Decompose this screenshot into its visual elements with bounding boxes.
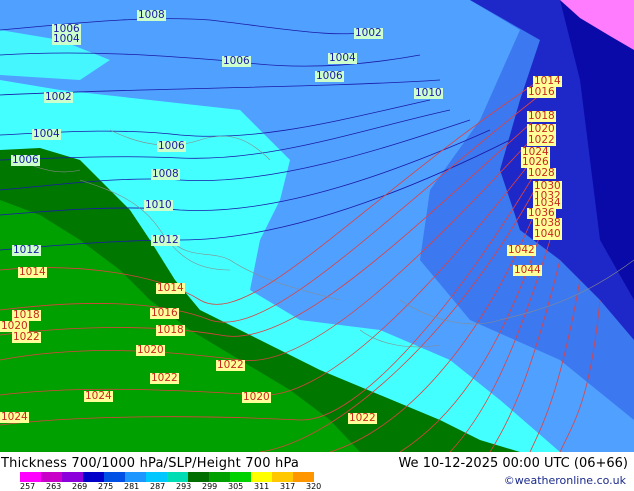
isobar-label: 1022 [348, 412, 377, 424]
legend-swatch [209, 472, 230, 482]
legend-swatch [62, 472, 83, 482]
legend-swatch [251, 472, 272, 482]
isobar-label: 1022 [216, 359, 245, 371]
map-title: Thickness 700/1000 hPa/SLP/Height 700 hP… [1, 456, 300, 471]
isobar-label: 1022 [12, 331, 41, 343]
isobar-label: 1016 [527, 86, 556, 98]
isobar-label: 1042 [507, 244, 536, 256]
isobar-label: 1012 [12, 244, 41, 256]
isobar-label: 1022 [527, 134, 556, 146]
isobar-label: 1008 [137, 9, 166, 21]
legend-swatch [83, 472, 104, 482]
isobar-label: 1020 [136, 344, 165, 356]
isobar-label: 1002 [44, 91, 73, 103]
isobar-label: 1044 [513, 264, 542, 276]
isobar-label: 1010 [144, 199, 173, 211]
legend-swatch [125, 472, 146, 482]
legend-swatch [293, 472, 314, 482]
legend-swatch [188, 472, 209, 482]
isobar-label: 1024 [0, 411, 29, 423]
isobar-label: 1004 [328, 52, 357, 64]
isobar-label: 1024 [84, 390, 113, 402]
isobar-label: 1006 [222, 55, 251, 67]
legend-swatch [272, 472, 293, 482]
forecast-datetime: We 10-12-2025 00:00 UTC (06+66) [398, 456, 628, 471]
isobar-label: 1018 [156, 324, 185, 336]
legend-swatch [230, 472, 251, 482]
legend-swatch [167, 472, 188, 482]
credit-link[interactable]: ©weatheronline.co.uk [504, 474, 626, 487]
legend-swatch [20, 472, 41, 482]
legend-swatch [146, 472, 167, 482]
isobar-label: 1004 [52, 33, 81, 45]
isobar-label: 1028 [527, 167, 556, 179]
isobar-label: 1006 [11, 154, 40, 166]
isobar-label: 1012 [151, 234, 180, 246]
isobar-label: 1004 [32, 128, 61, 140]
isobar-label: 1022 [150, 372, 179, 384]
isobar-label: 1018 [527, 110, 556, 122]
isobar-label: 1010 [414, 87, 443, 99]
isobar-label: 1014 [156, 282, 185, 294]
isobar-label: 1016 [150, 307, 179, 319]
legend-swatch [104, 472, 125, 482]
isobar-label: 1006 [157, 140, 186, 152]
isobar-label: 1008 [151, 168, 180, 180]
isobar-label: 1020 [242, 391, 271, 403]
legend-swatch [41, 472, 62, 482]
isobar-label: 1006 [315, 70, 344, 82]
isobar-label: 1002 [354, 27, 383, 39]
isobar-label: 1014 [18, 266, 47, 278]
isobar-label: 1040 [533, 228, 562, 240]
